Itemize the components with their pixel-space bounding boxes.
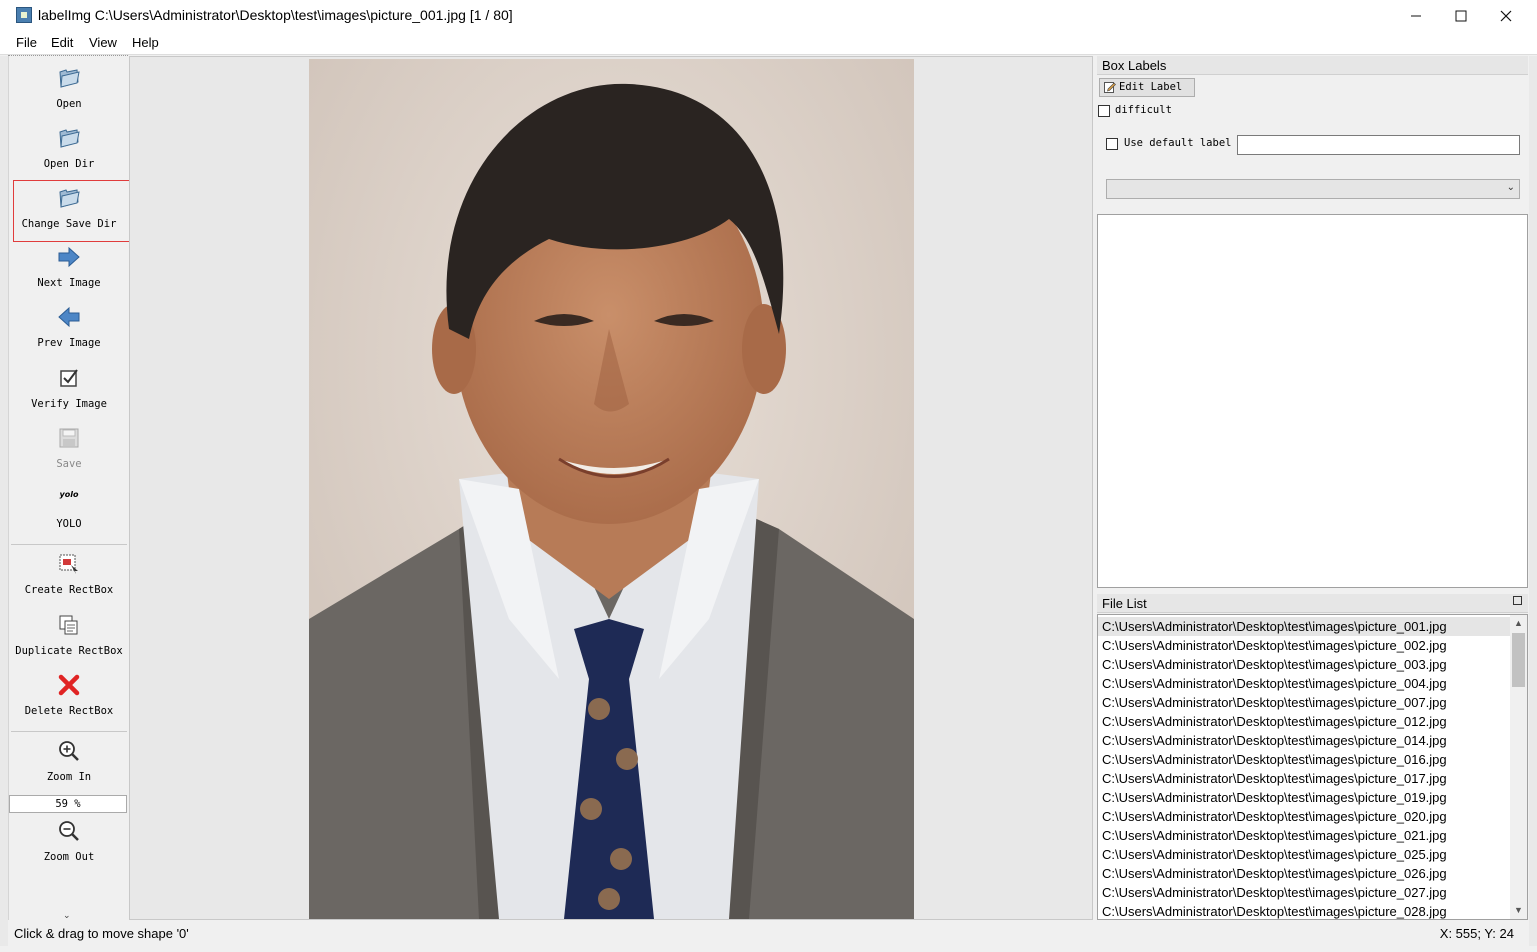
open-dir-button[interactable]: Open Dir xyxy=(9,118,129,176)
file-list-item[interactable]: C:\Users\Administrator\Desktop\test\imag… xyxy=(1098,864,1510,883)
close-icon xyxy=(1500,10,1512,22)
portrait-photo xyxy=(309,59,914,919)
box-labels-dock-title: Box Labels xyxy=(1097,56,1528,75)
box-labels-title: Box Labels xyxy=(1102,58,1167,73)
file-list-item[interactable]: C:\Users\Administrator\Desktop\test\imag… xyxy=(1098,826,1510,845)
delete-x-icon xyxy=(58,674,80,696)
next-image-label: Next Image xyxy=(37,277,101,289)
file-list-scrollbar[interactable]: ▲ ▼ xyxy=(1510,615,1527,919)
create-rectbox-icon xyxy=(59,554,78,574)
menu-file[interactable]: File xyxy=(16,35,37,50)
title-bar: labelImg C:\Users\Administrator\Desktop\… xyxy=(0,0,1537,32)
format-label: YOLO xyxy=(56,518,82,530)
highlight-annotation xyxy=(13,180,139,242)
edit-label-button[interactable]: Edit Label xyxy=(1099,78,1195,97)
file-list[interactable]: C:\Users\Administrator\Desktop\test\imag… xyxy=(1097,614,1528,920)
window-title: labelImg C:\Users\Administrator\Desktop\… xyxy=(38,7,513,23)
next-image-button[interactable]: Next Image xyxy=(9,237,129,295)
maximize-icon xyxy=(1455,10,1467,22)
file-list-item[interactable]: C:\Users\Administrator\Desktop\test\imag… xyxy=(1098,750,1510,769)
duplicate-rectbox-button[interactable]: Duplicate RectBox xyxy=(9,605,129,663)
label-list[interactable] xyxy=(1097,214,1528,588)
floppy-disk-icon xyxy=(59,428,79,448)
file-list-item[interactable]: C:\Users\Administrator\Desktop\test\imag… xyxy=(1098,693,1510,712)
zoom-out-icon xyxy=(59,821,79,841)
scroll-up-icon[interactable]: ▲ xyxy=(1510,615,1527,632)
folder-open-icon xyxy=(59,129,80,148)
open-dir-label: Open Dir xyxy=(43,158,95,170)
file-list-item[interactable]: C:\Users\Administrator\Desktop\test\imag… xyxy=(1098,655,1510,674)
folder-open-icon xyxy=(59,69,80,88)
file-list-item[interactable]: C:\Users\Administrator\Desktop\test\imag… xyxy=(1098,636,1510,655)
file-list-item[interactable]: C:\Users\Administrator\Desktop\test\imag… xyxy=(1098,674,1510,693)
create-rectbox-button[interactable]: Create RectBox xyxy=(9,544,129,602)
minimize-icon xyxy=(1411,15,1421,17)
file-list-item[interactable]: C:\Users\Administrator\Desktop\test\imag… xyxy=(1098,807,1510,826)
menu-view[interactable]: View xyxy=(89,35,117,50)
duplicate-rectbox-label: Duplicate RectBox xyxy=(15,645,123,657)
zoom-in-icon xyxy=(59,741,79,761)
dock-float-icon[interactable] xyxy=(1513,596,1522,605)
close-button[interactable] xyxy=(1483,0,1529,32)
arrow-left-icon xyxy=(58,306,80,328)
window-edge-left xyxy=(0,56,8,946)
create-rectbox-label: Create RectBox xyxy=(24,584,114,596)
file-list-dock-title: File List xyxy=(1097,594,1528,613)
cursor-coordinates: X: 555; Y: 24 xyxy=(1439,926,1514,941)
format-yolo-button[interactable]: yolo YOLO xyxy=(9,478,129,536)
difficult-label: difficult xyxy=(1115,104,1172,116)
yolo-format-icon: yolo xyxy=(59,490,79,499)
arrow-right-icon xyxy=(58,246,80,268)
verify-image-button[interactable]: Verify Image xyxy=(9,358,129,416)
duplicate-icon xyxy=(59,615,78,635)
file-list-item[interactable]: C:\Users\Administrator\Desktop\test\imag… xyxy=(1098,712,1510,731)
use-default-label-checkbox[interactable] xyxy=(1106,138,1118,150)
maximize-button[interactable] xyxy=(1438,0,1484,32)
scrollbar-thumb[interactable] xyxy=(1512,633,1525,687)
delete-rectbox-button[interactable]: Delete RectBox xyxy=(9,665,129,723)
open-label: Open xyxy=(56,98,82,110)
chevron-down-icon: ⌄ xyxy=(1506,182,1515,193)
file-list-item[interactable]: C:\Users\Administrator\Desktop\test\imag… xyxy=(1098,617,1510,636)
scroll-down-icon[interactable]: ▼ xyxy=(1510,902,1527,919)
menu-edit[interactable]: Edit xyxy=(51,35,73,50)
zoom-out-label: Zoom Out xyxy=(43,851,95,863)
zoom-out-button[interactable]: Zoom Out xyxy=(9,811,129,869)
window-edge-right xyxy=(1529,56,1537,946)
image-canvas[interactable] xyxy=(129,56,1093,920)
file-list-item[interactable]: C:\Users\Administrator\Desktop\test\imag… xyxy=(1098,731,1510,750)
file-list-title: File List xyxy=(1102,596,1147,611)
status-message: Click & drag to move shape '0' xyxy=(14,926,189,941)
zoom-in-button[interactable]: Zoom In xyxy=(9,731,129,789)
edit-pencil-icon xyxy=(1104,82,1116,93)
toolbar-extension-icon[interactable]: ⌄ xyxy=(63,910,71,921)
minimize-button[interactable] xyxy=(1393,0,1439,32)
open-button[interactable]: Open xyxy=(9,58,129,116)
menu-bar: File Edit View Help xyxy=(0,32,1537,55)
difficult-checkbox[interactable] xyxy=(1098,105,1110,117)
save-button[interactable]: Save xyxy=(9,418,129,476)
edit-label-text: Edit Label xyxy=(1119,81,1183,93)
prev-image-button[interactable]: Prev Image xyxy=(9,297,129,355)
default-label-input[interactable] xyxy=(1237,135,1520,155)
checkbox-checked-icon xyxy=(60,369,78,387)
label-combobox[interactable]: ⌄ xyxy=(1106,179,1520,199)
use-default-label-label: Use default label xyxy=(1124,137,1232,149)
file-list-item[interactable]: C:\Users\Administrator\Desktop\test\imag… xyxy=(1098,769,1510,788)
file-list-item[interactable]: C:\Users\Administrator\Desktop\test\imag… xyxy=(1098,902,1510,919)
file-list-item[interactable]: C:\Users\Administrator\Desktop\test\imag… xyxy=(1098,845,1510,864)
verify-image-label: Verify Image xyxy=(31,398,107,410)
save-label: Save xyxy=(56,458,82,470)
zoom-in-label: Zoom In xyxy=(46,771,92,783)
menu-help[interactable]: Help xyxy=(132,35,159,50)
file-list-item[interactable]: C:\Users\Administrator\Desktop\test\imag… xyxy=(1098,883,1510,902)
delete-rectbox-label: Delete RectBox xyxy=(24,705,114,717)
prev-image-label: Prev Image xyxy=(37,337,101,349)
status-bar: Click & drag to move shape '0' X: 555; Y… xyxy=(8,922,1528,944)
app-icon xyxy=(16,7,32,23)
file-list-item[interactable]: C:\Users\Administrator\Desktop\test\imag… xyxy=(1098,788,1510,807)
